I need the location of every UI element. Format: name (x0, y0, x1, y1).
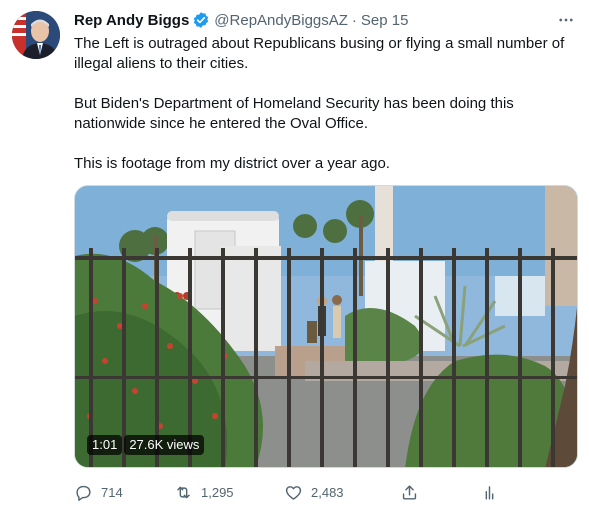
tweet[interactable]: Rep Andy Biggs @RepAndyBiggsAZ · Sep 15 … (0, 0, 589, 510)
tweet-paragraph: But Biden's Department of Homeland Secur… (74, 95, 514, 132)
video-views: 27.6K views (124, 435, 205, 455)
analytics-icon (485, 485, 494, 500)
tweet-paragraph: The Left is outraged about Republicans b… (74, 35, 565, 72)
video-thumbnail (75, 186, 577, 467)
share-icon (402, 484, 417, 500)
tweet-actions: 714 1,295 2,483 (74, 480, 504, 504)
tweet-date[interactable]: Sep 15 (361, 12, 409, 29)
reply-button[interactable]: 714 (74, 483, 123, 502)
video-duration: 1:01 (87, 435, 123, 455)
retweet-icon (177, 486, 190, 498)
retweet-button[interactable]: 1,295 (174, 483, 234, 502)
like-button[interactable]: 2,483 (284, 483, 344, 502)
user-handle[interactable]: @RepAndyBiggsAZ (214, 12, 348, 29)
video-stats-badge: 1:01 27.6K views (87, 435, 205, 455)
tweet-text: The Left is outraged about Republicans b… (74, 34, 574, 174)
avatar[interactable] (12, 11, 60, 59)
verified-badge-icon (192, 11, 210, 29)
reply-count: 714 (101, 484, 123, 500)
tweet-header: Rep Andy Biggs @RepAndyBiggsAZ · Sep 15 (74, 10, 577, 30)
more-icon[interactable] (555, 10, 577, 30)
tweet-paragraph: This is footage from my district over a … (74, 155, 390, 172)
share-button[interactable] (400, 483, 419, 502)
analytics-button[interactable] (480, 483, 499, 502)
video-player[interactable]: 1:01 27.6K views (74, 185, 578, 468)
display-name[interactable]: Rep Andy Biggs (74, 12, 189, 29)
reply-icon (76, 485, 91, 501)
separator-dot: · (351, 11, 357, 29)
retweet-count: 1,295 (201, 484, 234, 500)
like-count: 2,483 (311, 484, 344, 500)
heart-icon (285, 485, 302, 500)
